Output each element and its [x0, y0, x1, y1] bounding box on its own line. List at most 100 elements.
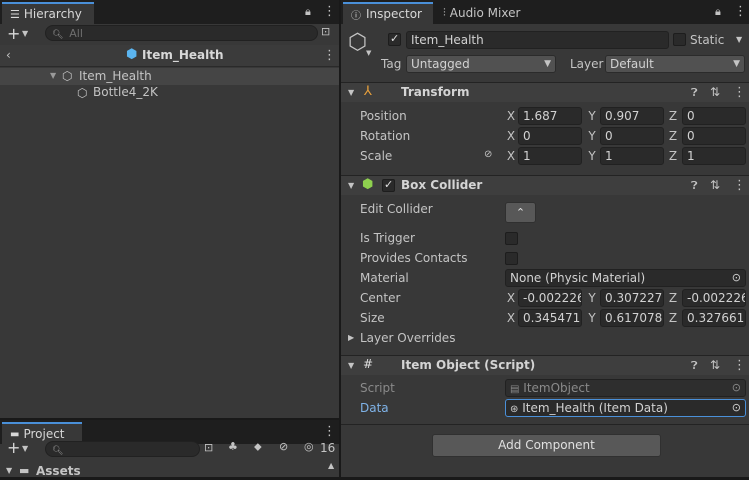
- tag-dropdown[interactable]: Untagged ▼: [406, 55, 556, 73]
- is-trigger-checkbox[interactable]: [505, 232, 518, 245]
- axis-x-label[interactable]: X: [504, 309, 518, 327]
- size-y-field[interactable]: 0.6170788: [600, 309, 664, 327]
- active-checkbox[interactable]: ✓: [388, 32, 401, 46]
- back-arrow-icon[interactable]: ‹: [6, 49, 11, 61]
- search-options-icon[interactable]: ⊡: [204, 442, 213, 453]
- folder-icon: ▬: [19, 464, 30, 477]
- tab-hierarchy[interactable]: ☰ Hierarchy: [2, 2, 94, 24]
- expand-triangle-icon[interactable]: ▶: [348, 334, 354, 342]
- size-z-field[interactable]: 0.3276616: [682, 309, 746, 327]
- lock-icon[interactable]: 🔒︎: [715, 6, 721, 17]
- gameobject-cube-icon: ⬡: [348, 30, 368, 55]
- axis-z-label[interactable]: Z: [666, 289, 680, 307]
- position-y-field[interactable]: 0.907: [600, 107, 664, 125]
- edit-collider-button[interactable]: ⌃: [505, 202, 536, 223]
- component-more-icon[interactable]: ⋮: [733, 359, 746, 372]
- filter-type-icon[interactable]: ♣: [228, 441, 238, 452]
- tab-inspector[interactable]: ⓘ Inspector: [343, 2, 433, 24]
- scale-z-field[interactable]: 1: [682, 147, 746, 165]
- axis-y-label[interactable]: Y: [585, 309, 599, 327]
- item-object-title: Item Object (Script): [401, 358, 536, 372]
- expand-triangle-icon[interactable]: ▼: [6, 467, 12, 475]
- position-z-field[interactable]: 0: [682, 107, 746, 125]
- lock-icon[interactable]: 🔒︎: [305, 6, 311, 17]
- axis-y-label[interactable]: Y: [585, 289, 599, 307]
- chevron-down-icon[interactable]: ▼: [22, 30, 28, 38]
- component-more-icon[interactable]: ⋮: [733, 86, 746, 99]
- help-icon[interactable]: ❓︎: [691, 180, 698, 191]
- assets-folder-label[interactable]: Assets: [36, 462, 81, 480]
- axis-z-label[interactable]: Z: [666, 107, 680, 125]
- data-object-field[interactable]: ⊛ Item_Health (Item Data) ⊙: [505, 399, 746, 417]
- expand-triangle-icon[interactable]: ▼: [50, 72, 56, 80]
- center-y-field[interactable]: 0.3072270: [600, 289, 664, 307]
- help-icon[interactable]: ❓︎: [691, 360, 698, 371]
- scene-more-icon[interactable]: ⋮: [323, 49, 336, 62]
- static-checkbox[interactable]: [673, 33, 686, 46]
- label-tag-icon[interactable]: ⬥: [254, 441, 262, 452]
- rotation-x-field[interactable]: 0: [518, 127, 582, 145]
- create-plus-icon[interactable]: +: [7, 26, 20, 42]
- preset-sliders-icon[interactable]: ⇅: [710, 86, 720, 98]
- box-collider-header[interactable]: ▼ ⬢ ✓ Box Collider ❓︎ ⇅ ⋮: [341, 175, 749, 195]
- chevron-down-icon[interactable]: ▼: [736, 36, 742, 44]
- item-object-header[interactable]: ▼ # Item Object (Script) ❓︎ ⇅ ⋮: [341, 355, 749, 375]
- hidden-eye-icon[interactable]: ◎: [304, 441, 314, 452]
- project-search-input[interactable]: 🔍︎: [45, 441, 200, 457]
- component-more-icon[interactable]: ⋮: [733, 179, 746, 192]
- layer-dropdown[interactable]: Default ▼: [605, 55, 745, 73]
- object-picker-icon[interactable]: ⊙: [732, 400, 741, 416]
- center-x-field[interactable]: -0.002226: [518, 289, 582, 307]
- help-icon[interactable]: ❓︎: [691, 87, 698, 98]
- scroll-up-icon[interactable]: ▲: [328, 462, 334, 470]
- search-options-icon[interactable]: ⊡: [321, 26, 330, 37]
- warning-icon[interactable]: ⊘: [279, 441, 288, 452]
- axis-z-label[interactable]: Z: [666, 127, 680, 145]
- add-component-button[interactable]: Add Component: [432, 434, 661, 457]
- create-plus-icon[interactable]: +: [7, 440, 20, 456]
- material-object-field[interactable]: None (Physic Material) ⊙: [505, 269, 746, 287]
- collapse-triangle-icon[interactable]: ▼: [348, 182, 354, 190]
- position-x-field[interactable]: 1.687: [518, 107, 582, 125]
- box-collider-enabled-checkbox[interactable]: ✓: [382, 178, 395, 192]
- position-label: Position: [360, 109, 407, 123]
- chevron-down-icon[interactable]: ▼: [22, 445, 28, 453]
- more-options-icon[interactable]: ⋮: [734, 5, 747, 18]
- provides-contacts-checkbox[interactable]: [505, 252, 518, 265]
- object-name-field[interactable]: Item_Health: [406, 31, 669, 49]
- layer-overrides-label[interactable]: Layer Overrides: [360, 329, 455, 347]
- size-x-field[interactable]: 0.3454719: [518, 309, 582, 327]
- script-label: Script: [360, 381, 395, 395]
- checkmark-icon: ✓: [384, 178, 394, 191]
- scale-x-field[interactable]: 1: [518, 147, 582, 165]
- size-label: Size: [360, 311, 385, 325]
- axis-x-label[interactable]: X: [504, 127, 518, 145]
- axis-z-label[interactable]: Z: [666, 309, 680, 327]
- collapse-triangle-icon[interactable]: ▼: [348, 362, 354, 370]
- hierarchy-search-input[interactable]: 🔍︎ All: [45, 25, 318, 41]
- axis-y-label[interactable]: Y: [585, 127, 599, 145]
- more-options-icon[interactable]: ⋮: [323, 5, 336, 18]
- preset-sliders-icon[interactable]: ⇅: [710, 359, 720, 371]
- project-more-icon[interactable]: ⋮: [323, 425, 336, 438]
- constrain-link-icon[interactable]: ⊘: [484, 150, 492, 160]
- transform-header[interactable]: ▼ ⅄ Transform ❓︎ ⇅ ⋮: [341, 82, 749, 102]
- axis-x-label[interactable]: X: [504, 289, 518, 307]
- tree-item-label[interactable]: Bottle4_2K: [93, 83, 158, 101]
- rotation-z-field[interactable]: 0: [682, 127, 746, 145]
- axis-x-label[interactable]: X: [504, 147, 518, 165]
- axis-z-label[interactable]: Z: [666, 147, 680, 165]
- axis-y-label[interactable]: Y: [585, 147, 599, 165]
- rotation-y-field[interactable]: 0: [600, 127, 664, 145]
- center-z-field[interactable]: -0.002226: [682, 289, 746, 307]
- object-picker-icon[interactable]: ⊙: [732, 270, 741, 286]
- edit-collider-label: Edit Collider: [360, 202, 433, 216]
- scale-y-field[interactable]: 1: [600, 147, 664, 165]
- preset-sliders-icon[interactable]: ⇅: [710, 179, 720, 191]
- axis-y-label[interactable]: Y: [585, 107, 599, 125]
- axis-x-label[interactable]: X: [504, 107, 518, 125]
- collapse-triangle-icon[interactable]: ▼: [348, 89, 354, 97]
- tab-audio-mixer[interactable]: ⫶ Audio Mixer: [443, 2, 520, 24]
- chevron-down-icon[interactable]: ▼: [366, 50, 371, 57]
- layer-value: Default: [610, 57, 654, 71]
